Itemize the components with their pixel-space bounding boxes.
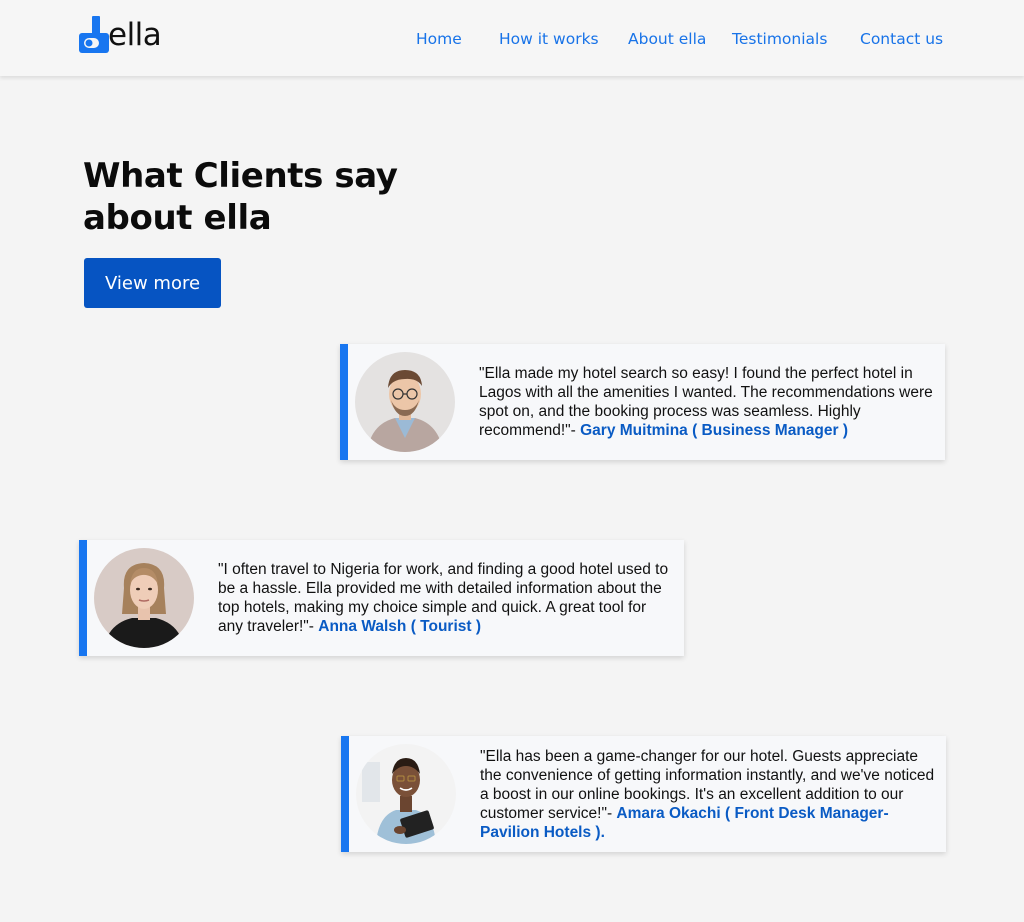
man-portrait-icon — [355, 352, 455, 452]
nav-link-testimonials[interactable]: Testimonials — [732, 29, 827, 49]
nav-link-about-ella[interactable]: About ella — [628, 29, 706, 49]
site-header: ella Home How it works About ella Testim… — [0, 0, 1024, 76]
avatar — [355, 352, 455, 452]
testimonial-quote: "I often travel to Nigeria for work, and… — [218, 560, 673, 636]
testimonial-card: "Ella made my hotel search so easy! I fo… — [340, 344, 945, 460]
nav-link-contact-us[interactable]: Contact us — [860, 29, 943, 49]
woman-portrait-icon — [94, 548, 194, 648]
nav-link-how-it-works[interactable]: How it works — [499, 29, 599, 49]
view-more-button[interactable]: View more — [84, 258, 221, 308]
testimonial-quote: "Ella has been a game-changer for our ho… — [480, 747, 935, 842]
testimonial-author: Gary Muitmina ( Business Manager ) — [580, 422, 848, 439]
ella-logo[interactable]: ella — [79, 15, 179, 55]
avatar — [94, 548, 194, 648]
testimonial-card: "I often travel to Nigeria for work, and… — [79, 540, 684, 656]
avatar — [356, 744, 456, 844]
logo-mark-icon — [79, 16, 109, 53]
testimonial-author: Anna Walsh ( Tourist ) — [318, 618, 482, 635]
testimonial-quote: "Ella made my hotel search so easy! I fo… — [479, 364, 934, 440]
testimonial-card: "Ella has been a game-changer for our ho… — [341, 736, 946, 852]
logo-text: ella — [108, 17, 162, 53]
woman-with-tablet-icon — [356, 744, 456, 844]
nav-link-home[interactable]: Home — [416, 29, 462, 49]
page-title: What Clients say about ella — [83, 156, 398, 238]
